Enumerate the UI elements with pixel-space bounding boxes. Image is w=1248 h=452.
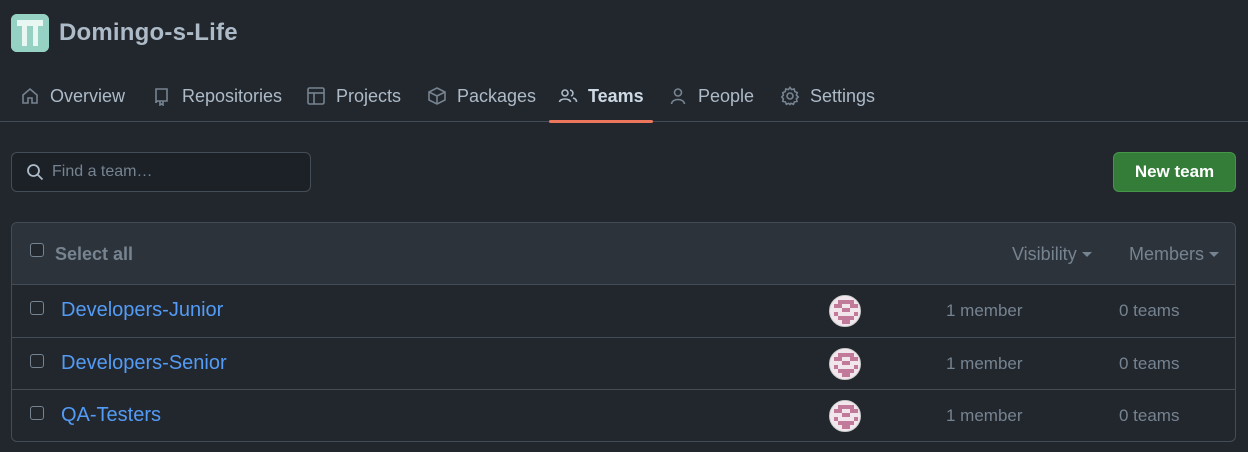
chevron-down-icon: [1081, 252, 1092, 257]
org-header: Domingo-s-Life: [11, 14, 238, 52]
search-icon: [27, 164, 44, 181]
org-name[interactable]: Domingo-s-Life: [59, 19, 238, 47]
members-filter-label: Members: [1129, 244, 1205, 264]
gear-icon: [780, 86, 800, 106]
team-link[interactable]: Developers-Senior: [61, 352, 227, 375]
people-icon: [558, 89, 578, 103]
members-filter[interactable]: Members: [1129, 244, 1220, 265]
select-all-checkbox[interactable]: [30, 243, 44, 257]
table-row: Developers-Senior 1 member 0 teams: [12, 338, 1235, 390]
tab-teams-label: Teams: [588, 85, 644, 106]
tab-repositories[interactable]: Repositories: [152, 70, 282, 122]
repo-icon: [155, 88, 168, 106]
tab-people[interactable]: People: [668, 70, 754, 122]
teams-table: Select all Visibility Members Developers…: [11, 222, 1236, 442]
person-icon: [670, 88, 686, 105]
tab-overview[interactable]: Overview: [20, 70, 125, 122]
member-count[interactable]: 1 member: [946, 406, 1023, 426]
child-team-count: 0 teams: [1119, 301, 1180, 320]
row-checkbox[interactable]: [30, 353, 44, 368]
chevron-down-icon: [1209, 252, 1220, 257]
team-link[interactable]: QA-Testers: [61, 404, 161, 427]
row-checkbox[interactable]: [30, 301, 44, 315]
tab-packages-label: Packages: [457, 85, 537, 106]
child-team-count: 0 teams: [1119, 406, 1180, 425]
tab-settings[interactable]: Settings: [780, 70, 875, 122]
member-count[interactable]: 1 member: [946, 301, 1023, 321]
tab-teams[interactable]: Teams: [549, 70, 653, 123]
tab-overview-label: Overview: [50, 85, 126, 106]
tab-packages[interactable]: Packages: [427, 70, 536, 122]
avatar[interactable]: [829, 400, 861, 432]
child-team-count: 0 teams: [1119, 353, 1180, 373]
tab-projects-label: Projects: [336, 85, 402, 106]
avatar[interactable]: [829, 347, 861, 380]
team-link[interactable]: Developers-Junior: [61, 299, 223, 322]
avatar[interactable]: [829, 295, 861, 327]
member-count[interactable]: 1 member: [946, 354, 1023, 374]
table-icon: [307, 87, 325, 105]
team-search[interactable]: [11, 152, 311, 192]
search-input[interactable]: [52, 163, 292, 181]
org-nav: Overview Repositories Projects Packages: [0, 70, 1248, 123]
visibility-filter[interactable]: Visibility: [1012, 244, 1092, 265]
visibility-filter-label: Visibility: [1012, 244, 1077, 264]
tab-people-label: People: [698, 85, 755, 106]
table-row: Developers-Junior 1 member 0 teams: [12, 285, 1235, 338]
table-row: QA-Testers 1 member 0 teams: [12, 390, 1235, 441]
tab-settings-label: Settings: [810, 85, 876, 106]
org-logo[interactable]: [11, 14, 49, 52]
row-checkbox[interactable]: [30, 406, 44, 420]
tab-projects[interactable]: Projects: [306, 70, 401, 122]
package-icon: [428, 87, 446, 105]
table-header: Select all Visibility Members: [12, 223, 1235, 285]
select-all-label: Select all: [55, 244, 134, 264]
tab-repositories-label: Repositories: [182, 85, 283, 106]
new-team-button[interactable]: New team: [1113, 152, 1236, 192]
home-icon: [22, 87, 38, 104]
